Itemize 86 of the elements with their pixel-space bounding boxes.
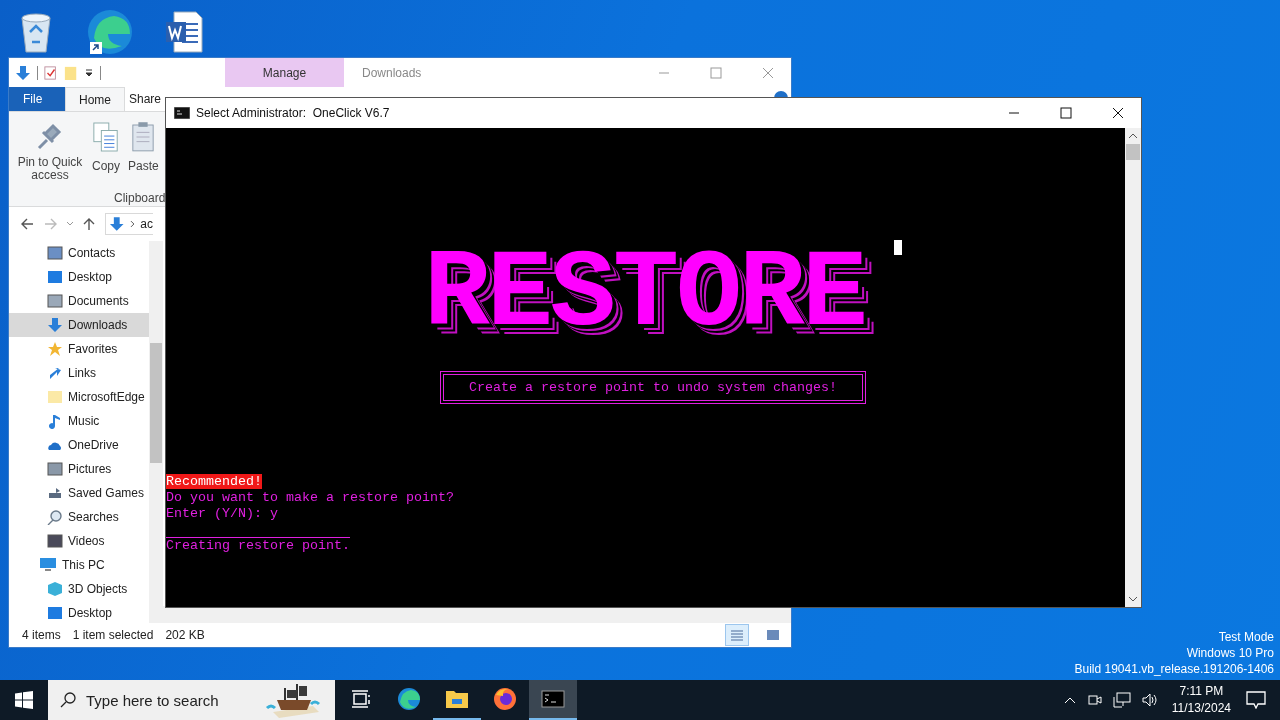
firefox-icon: [493, 687, 517, 711]
contact-card-icon: [47, 245, 63, 261]
nav-item[interactable]: OneDrive: [9, 433, 149, 457]
music-note-icon: [47, 413, 63, 429]
nav-item[interactable]: Contacts: [9, 241, 149, 265]
folder-icon: [47, 389, 63, 405]
selection-info: 1 item selected: [72, 628, 154, 642]
chevron-up-icon[interactable]: [1062, 695, 1077, 705]
camera-icon[interactable]: [1086, 692, 1103, 708]
copy-icon: [92, 120, 120, 154]
search-icon: [60, 692, 76, 708]
desktop-notice: Test Mode: [1218, 629, 1274, 645]
edge-icon: [397, 687, 421, 711]
cube-icon: [47, 581, 63, 597]
console-line: Creating restore point.: [166, 538, 350, 553]
nav-item[interactable]: Desktop: [9, 601, 149, 625]
nav-item[interactable]: Pictures: [9, 457, 149, 481]
nav-item[interactable]: Music: [9, 409, 149, 433]
properties-icon[interactable]: [44, 64, 58, 81]
alert-text: Recommended!: [166, 474, 262, 489]
download-arrow-icon[interactable]: [15, 64, 31, 81]
console-line: Enter (Y/N): y: [166, 506, 278, 521]
clock[interactable]: 7:11 PM 11/13/2024: [1171, 683, 1231, 717]
network-icon[interactable]: [1112, 692, 1131, 708]
text-cursor: [894, 240, 902, 255]
nav-item[interactable]: Saved Games: [9, 481, 149, 505]
desktop-notice: Windows 10 Pro: [1186, 645, 1274, 661]
paste-button[interactable]: Paste: [125, 118, 162, 184]
nav-item[interactable]: Searches: [9, 505, 149, 529]
ribbon-tab[interactable]: File: [9, 87, 65, 111]
nav-item[interactable]: Videos: [9, 529, 149, 553]
scroll-up-icon[interactable]: [1128, 132, 1138, 140]
address-bar[interactable]: ac: [105, 213, 153, 235]
desktop-folder-icon: [47, 605, 63, 621]
ribbon-tab[interactable]: Share: [129, 92, 162, 106]
download-arrow-icon: [47, 317, 63, 333]
nav-item[interactable]: MicrosoftEdge: [9, 385, 149, 409]
window-title: Select Administrator: OneClick V6.7: [196, 106, 390, 120]
scroll-down-icon[interactable]: [1128, 595, 1138, 603]
star-icon: [47, 341, 63, 357]
search-field[interactable]: Type here to search: [48, 680, 335, 720]
item-count: 4 items: [22, 628, 61, 642]
document-icon: [47, 293, 63, 309]
scrollbar[interactable]: [149, 241, 163, 623]
monitor-icon: [39, 557, 57, 573]
nav-item[interactable]: Favorites: [9, 337, 149, 361]
chevron-right-icon: [129, 219, 136, 229]
desktop-notice: Build 19041.vb_release.191206-1406: [1074, 661, 1274, 677]
selection-size: 202 KB: [165, 628, 205, 642]
scroll-thumb[interactable]: [1126, 144, 1140, 160]
desktop-folder-icon: [47, 269, 63, 285]
edge-icon[interactable]: [86, 8, 134, 56]
nav-item[interactable]: Links: [9, 361, 149, 385]
nav-item[interactable]: Desktop: [9, 265, 149, 289]
picture-frame-icon: [47, 461, 63, 477]
nav-item[interactable]: 3D Objects: [9, 577, 149, 601]
group-label: Clipboard: [114, 191, 167, 205]
notification-icon[interactable]: [1246, 691, 1266, 709]
nav-item[interactable]: Documents: [9, 289, 149, 313]
folder-icon: [445, 689, 469, 709]
task-view-icon: [351, 689, 371, 709]
console-line: Do you want to make a restore point?: [166, 490, 454, 505]
info-box: Create a restore point to undo system changes!: [440, 371, 866, 404]
games-icon: [47, 485, 63, 501]
scrollbar[interactable]: [1125, 128, 1141, 607]
search-icon: [47, 509, 63, 525]
console-icon: [541, 690, 565, 708]
console-icon: [174, 107, 190, 119]
volume-icon[interactable]: [1140, 692, 1159, 708]
back-arrow-icon[interactable]: [19, 216, 35, 232]
window-title: Downloads: [362, 65, 422, 80]
ribbon-tab[interactable]: Home: [65, 87, 125, 111]
manage-tab[interactable]: Manage: [225, 58, 344, 87]
nav-item[interactable]: This PC: [9, 553, 149, 577]
link-arrow-icon: [47, 365, 63, 381]
start-icon[interactable]: [15, 691, 33, 709]
up-arrow-icon[interactable]: [81, 216, 97, 232]
word-document-icon[interactable]: [164, 10, 204, 54]
console-taskbar-button[interactable]: [529, 680, 577, 720]
nav-item[interactable]: Downloads: [9, 313, 149, 337]
clipboard-icon: [131, 120, 156, 154]
copy-button[interactable]: Copy: [89, 118, 123, 184]
caret-icon[interactable]: [84, 67, 94, 78]
download-arrow-icon: [109, 216, 125, 232]
pin-button[interactable]: Pin to Quick access: [13, 118, 87, 184]
film-icon: [47, 533, 63, 549]
